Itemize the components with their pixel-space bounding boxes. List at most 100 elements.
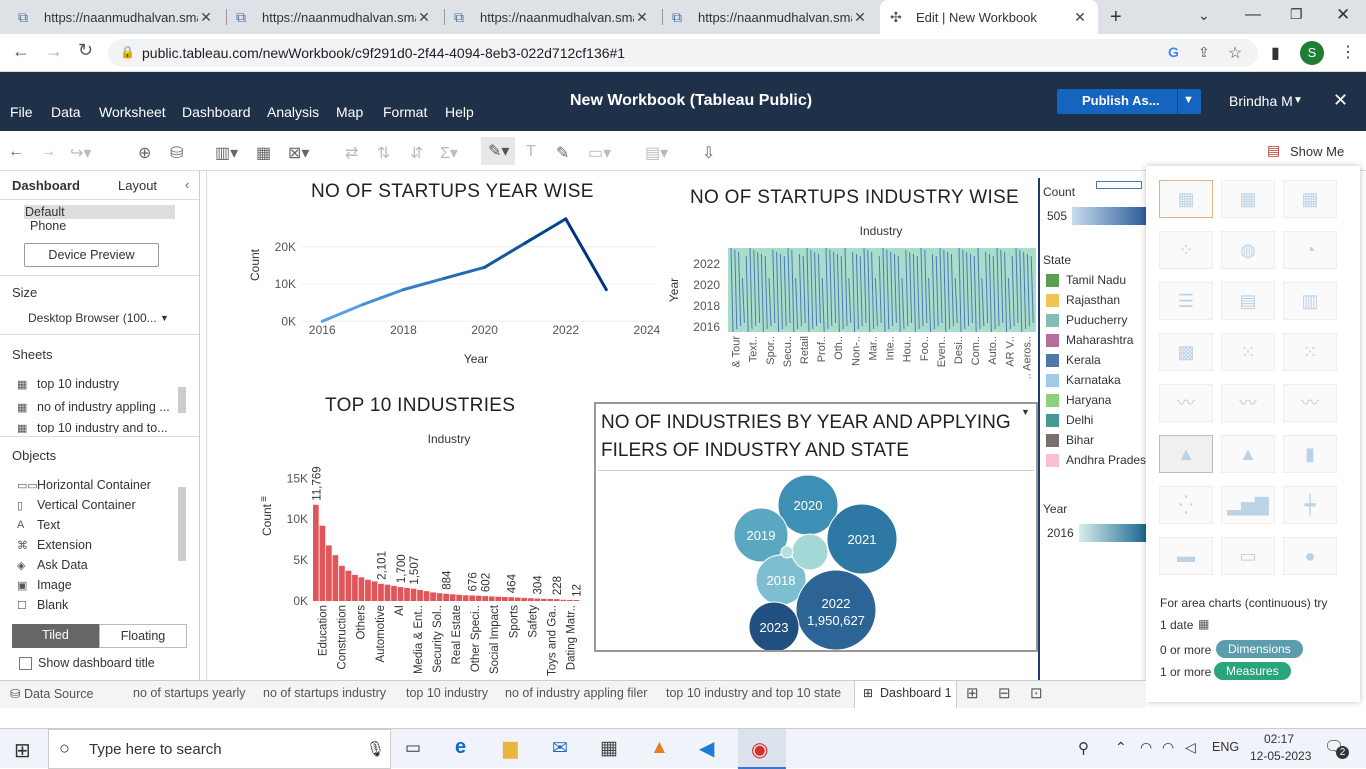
size-dropdown-icon[interactable]: ▼ (160, 313, 169, 323)
close-tab-icon[interactable]: ✕ (1072, 9, 1088, 26)
floating-button[interactable]: Floating (99, 624, 187, 648)
sheet-tab[interactable]: no of startups industry (263, 686, 386, 700)
new-tab-icon[interactable]: + (1110, 6, 1122, 29)
state-legend-item[interactable]: Andhra Prades (1046, 453, 1146, 467)
browser-tab-4[interactable]: ⧉ https://naanmudhalvan.smar ✕ (662, 0, 878, 34)
chart-type-area-continuous-icon[interactable]: ▲ (1159, 435, 1213, 473)
sheet-item[interactable]: ▦ top 10 industry and to... (17, 423, 168, 433)
menu-help[interactable]: Help (445, 104, 474, 120)
network-icon[interactable]: ◠ (1140, 739, 1152, 756)
tiled-button[interactable]: Tiled (12, 624, 99, 648)
windows-start-icon[interactable]: ⊞ (14, 738, 31, 763)
chart-type-highlight-table-icon[interactable]: ▦ (1283, 180, 1337, 218)
edge-icon[interactable]: e (455, 736, 466, 759)
labels-icon[interactable]: T (526, 143, 536, 161)
state-legend-item[interactable]: Maharashtra (1046, 333, 1133, 347)
object-extension[interactable]: ⌘ Extension (17, 538, 92, 552)
browser-tab-3[interactable]: ⧉ https://naanmudhalvan.smar ✕ (444, 0, 660, 34)
menu-dashboard[interactable]: Dashboard (182, 104, 251, 120)
state-legend-item[interactable]: Kerala (1046, 353, 1101, 367)
chart-type-filled-map-icon[interactable]: ◍ (1221, 231, 1275, 269)
sheet-tab[interactable]: no of industry appling filer (505, 686, 647, 700)
state-legend-item[interactable]: Puducherry (1046, 313, 1127, 327)
state-legend-item[interactable]: Bihar (1046, 433, 1094, 447)
show-title-checkbox[interactable] (19, 657, 32, 670)
chart-type-area-discrete-icon[interactable]: ▲ (1221, 435, 1275, 473)
user-menu[interactable]: Brindha M (1229, 93, 1293, 109)
browser-tab-2[interactable]: ⧉ https://naanmudhalvan.smar ✕ (226, 0, 442, 34)
minimize-icon[interactable]: — (1245, 6, 1261, 24)
publish-dropdown-icon[interactable]: ▼ (1183, 94, 1194, 106)
vscode-icon[interactable]: ◀ (699, 736, 714, 761)
state-legend-item[interactable]: Haryana (1046, 393, 1111, 407)
back-icon[interactable]: ← (12, 41, 30, 62)
chart-type-packed-bubbles-icon[interactable]: ● (1283, 537, 1337, 575)
url-field[interactable]: 🔒 public.tableau.com/newWorkbook/c9f291d… (108, 39, 1258, 67)
taskbar-search-box[interactable]: ○ Type here to search 🎙 (48, 729, 391, 769)
task-view-icon[interactable]: ▭ (405, 738, 421, 758)
tab-search-icon[interactable]: ⌄ (1198, 7, 1210, 24)
device-phone[interactable]: Phone (30, 219, 66, 233)
yearwise-line-chart[interactable]: 0K 10K 20K 2016 2018 2020 2022 2024 Year Count (240, 205, 660, 375)
chart-type-dual-lines-icon[interactable]: 〰 (1283, 384, 1337, 422)
totals-icon[interactable]: Σ▾ (440, 143, 458, 163)
undo-icon[interactable]: ← (8, 143, 24, 161)
replay-icon[interactable]: ↪▾ (70, 143, 91, 163)
redo-icon[interactable]: → (40, 143, 56, 161)
chart-type-dual-combination-icon[interactable]: ▮ (1283, 435, 1337, 473)
new-dashboard-icon[interactable]: ⊟ (998, 684, 1011, 702)
state-legend-item[interactable]: Delhi (1046, 413, 1093, 427)
google-translate-icon[interactable]: G (1168, 44, 1179, 60)
vlc-icon[interactable]: ▲ (650, 737, 669, 759)
forward-icon[interactable]: → (45, 41, 63, 62)
menu-map[interactable]: Map (336, 104, 363, 120)
fit-icon[interactable]: ▭▾ (588, 143, 611, 163)
collapse-panel-icon[interactable]: ‹ (185, 177, 189, 192)
chart-type-lines-continuous-icon[interactable]: 〰 (1159, 384, 1213, 422)
chart-type-circle-views-icon[interactable]: ⁙ (1221, 333, 1275, 371)
chart-type-pie-chart-icon[interactable]: ◔ (1283, 231, 1337, 269)
user-menu-caret-icon[interactable]: ▼ (1293, 95, 1303, 106)
chart-type-side-by-side-circles-icon[interactable]: ⁙ (1283, 333, 1337, 371)
clear-sheet-icon[interactable]: ⊠▾ (288, 143, 309, 163)
chart-type-box-whisker-icon[interactable]: ┿ (1283, 486, 1337, 524)
volume-icon[interactable]: ◁ (1185, 739, 1196, 756)
download-icon[interactable]: ⇩ (702, 143, 715, 163)
chart-type-side-by-side-bars-icon[interactable]: ▥ (1283, 282, 1337, 320)
new-story-icon[interactable]: ⊡ (1030, 684, 1043, 702)
microphone-icon[interactable]: 🎙 (366, 740, 385, 758)
device-default[interactable]: Default (24, 205, 175, 219)
objects-scrollbar[interactable] (178, 487, 186, 561)
chart-type-lines-discrete-icon[interactable]: 〰 (1221, 384, 1275, 422)
highlight-button[interactable]: ✎▾ (481, 137, 515, 165)
show-me-button[interactable]: ▤ Show Me (1259, 137, 1359, 167)
chart-type-symbol-map-icon[interactable]: ⁘ (1159, 231, 1213, 269)
state-legend-item[interactable]: Rajasthan (1046, 293, 1120, 307)
chart-type-histogram-icon[interactable]: ▂▅▇ (1221, 486, 1275, 524)
window-close-icon[interactable]: ✕ (1336, 5, 1350, 25)
object-vertical-container[interactable]: ▯ Vertical Container (17, 498, 136, 512)
presentation-icon[interactable]: ▤▾ (645, 143, 668, 163)
format-workbook-icon[interactable]: ✎ (556, 143, 569, 163)
new-datasource-icon[interactable]: ⊕ (138, 143, 151, 163)
object-horizontal-container[interactable]: ▭▭ Horizontal Container (17, 478, 151, 492)
tab-layout[interactable]: Layout (118, 178, 157, 193)
data-source-tab[interactable]: ⛁ Data Source (10, 686, 93, 701)
chart-type-gantt-chart-icon[interactable]: ▬ (1159, 537, 1213, 575)
chart-type-stacked-bars-icon[interactable]: ▤ (1221, 282, 1275, 320)
side-panel-icon[interactable]: ▮ (1271, 43, 1280, 63)
close-tab-icon[interactable]: ✕ (416, 9, 432, 26)
state-legend-item[interactable]: Karnataka (1046, 373, 1121, 387)
pause-updates-icon[interactable]: ⛁ (170, 143, 183, 163)
mail-icon[interactable]: ✉ (552, 737, 568, 760)
sheet-item[interactable]: ▦ no of industry appling ... (17, 400, 170, 414)
profile-avatar[interactable]: S (1300, 41, 1324, 65)
new-worksheet-icon[interactable]: ⊞ (966, 684, 979, 702)
tray-expand-icon[interactable]: ⌃ (1115, 739, 1127, 756)
top10-bar-chart[interactable]: Industry Count≡ 0K 5K 10K 15K 11,769 2,101 1,700… (250, 425, 590, 680)
sheet-item[interactable]: ▦ top 10 industry (17, 377, 119, 391)
language-indicator[interactable]: ENG (1212, 740, 1239, 754)
chrome-taskbar-button[interactable]: ◉ (738, 729, 786, 769)
sheet-tab[interactable]: no of startups yearly (133, 686, 246, 700)
close-tab-icon[interactable]: ✕ (852, 9, 868, 26)
